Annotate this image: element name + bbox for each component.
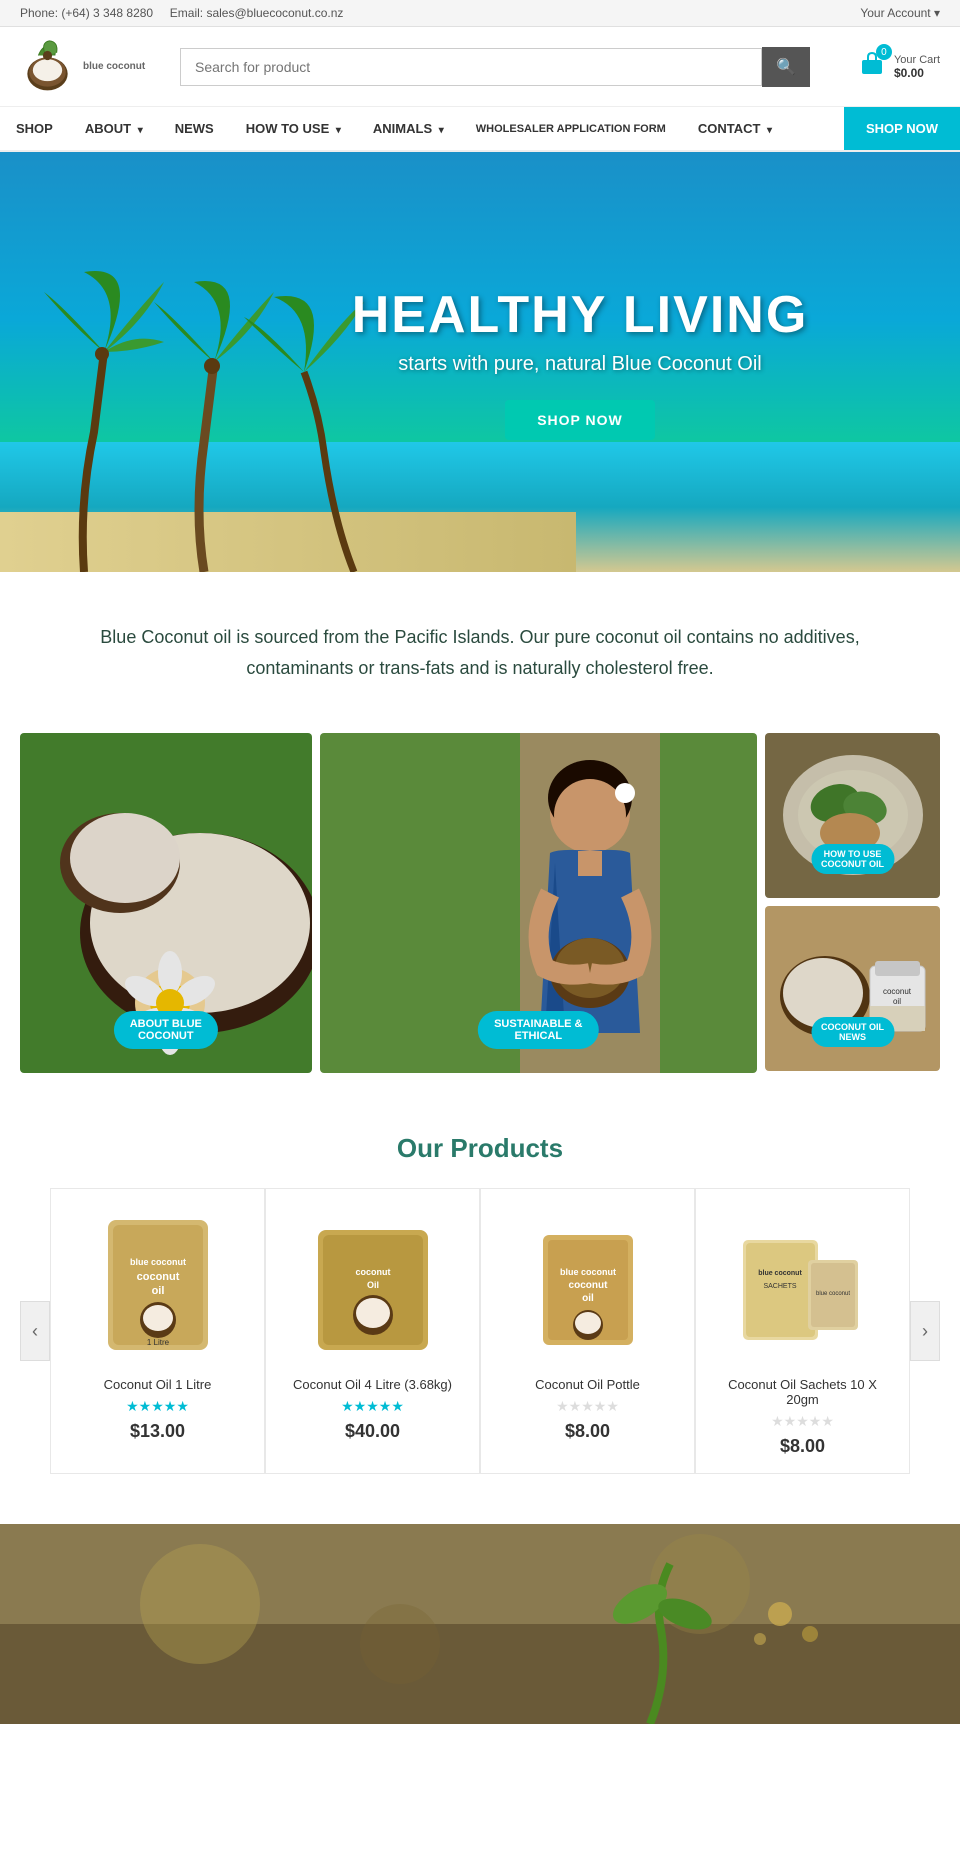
cart-badge: 0 (876, 44, 892, 60)
svg-text:oil: oil (582, 1293, 594, 1304)
how-to-use-label: HOW TO USECOCONUT OIL (811, 844, 894, 874)
product-card[interactable]: coconut Oil Coconut Oil 4 Litre (3.68kg)… (265, 1188, 480, 1474)
nav-wholesaler[interactable]: WHOLESALER APPLICATION FORM (460, 109, 682, 149)
product-stars-2: ★★★★★ (282, 1398, 463, 1415)
logo[interactable]: blue coconut (20, 39, 150, 94)
product-price-3: $8.00 (497, 1421, 678, 1442)
products-grid: blue coconut coconut oil 1 Litre Coconut… (50, 1188, 910, 1474)
cart-area[interactable]: 0 Your Cart $0.00 (840, 50, 940, 83)
product-price-2: $40.00 (282, 1421, 463, 1442)
about-text-section: Blue Coconut oil is sourced from the Pac… (0, 572, 960, 733)
hero-content: HEALTHY LIVING starts with pure, natural… (352, 285, 809, 440)
svg-text:coconut: coconut (355, 1267, 390, 1277)
products-title: Our Products (20, 1133, 940, 1164)
search-area: 🔍 (180, 47, 810, 87)
svg-text:SACHETS: SACHETS (763, 1283, 796, 1290)
news-label: COCONUT OILNEWS (811, 1017, 894, 1047)
carousel-prev[interactable]: ‹ (20, 1301, 50, 1361)
cart-icon-wrap: 0 (858, 50, 886, 83)
product-card[interactable]: blue coconut coconut oil Coconut Oil Pot… (480, 1188, 695, 1474)
product-image-4: blue coconut SACHETS blue coconut (712, 1205, 893, 1365)
news-card[interactable]: coconut oil COCONUT OILNEWS (765, 906, 940, 1071)
product-name-1: Coconut Oil 1 Litre (67, 1377, 248, 1392)
svg-text:blue coconut: blue coconut (815, 1291, 849, 1297)
sustainable-label: SUSTAINABLE &ETHICAL (478, 1011, 598, 1049)
product-image-3: blue coconut coconut oil (497, 1205, 678, 1365)
products-carousel: ‹ blue coconut coconut oil 1 Litre (20, 1188, 940, 1474)
products-section: Our Products ‹ blue coconut coconut oil … (0, 1103, 960, 1504)
nav-shop[interactable]: SHOP (0, 107, 69, 150)
header: blue coconut 🔍 0 Your Cart $0.00 (0, 27, 960, 107)
search-button[interactable]: 🔍 (762, 47, 810, 87)
top-bar: Phone: (+64) 3 348 8280 Email: sales@blu… (0, 0, 960, 27)
bottom-section (0, 1524, 960, 1724)
svg-text:blue coconut: blue coconut (758, 1270, 802, 1277)
svg-text:blue coconut: blue coconut (560, 1267, 616, 1277)
product-card[interactable]: blue coconut coconut oil 1 Litre Coconut… (50, 1188, 265, 1474)
hero-shop-button[interactable]: SHOP NOW (505, 400, 655, 440)
svg-text:coconut: coconut (568, 1280, 608, 1291)
cart-text: Your Cart $0.00 (894, 54, 940, 80)
nav-animals[interactable]: ANIMALS ▾ (357, 107, 460, 150)
search-input[interactable] (180, 48, 762, 86)
nav-shop-now[interactable]: SHOP NOW (844, 107, 960, 150)
contact-info: Phone: (+64) 3 348 8280 Email: sales@blu… (20, 6, 343, 20)
product-name-4: Coconut Oil Sachets 10 X 20gm (712, 1377, 893, 1407)
product-name-2: Coconut Oil 4 Litre (3.68kg) (282, 1377, 463, 1392)
product-price-1: $13.00 (67, 1421, 248, 1442)
phone-text: Phone: (+64) 3 348 8280 (20, 6, 153, 20)
hero-banner: HEALTHY LIVING starts with pure, natural… (0, 152, 960, 572)
nav-about[interactable]: ABOUT ▾ (69, 107, 159, 150)
nav-how-to-use[interactable]: HOW TO USE ▾ (230, 107, 357, 150)
svg-text:coconut: coconut (136, 1271, 179, 1283)
product-card[interactable]: blue coconut SACHETS blue coconut Coconu… (695, 1188, 910, 1474)
about-description: Blue Coconut oil is sourced from the Pac… (80, 622, 880, 683)
bottom-image (0, 1524, 960, 1724)
hero-title: HEALTHY LIVING (352, 285, 809, 345)
logo-icon (20, 39, 75, 94)
sustainable-card[interactable]: SUSTAINABLE &ETHICAL (320, 733, 757, 1073)
product-stars-1: ★★★★★ (67, 1398, 248, 1415)
svg-text:Oil: Oil (366, 1280, 378, 1290)
about-label: ABOUT BLUECOCONUT (114, 1011, 218, 1049)
product-stars-4: ★★★★★ (712, 1413, 893, 1430)
product-image-2: coconut Oil (282, 1205, 463, 1365)
product-name-3: Coconut Oil Pottle (497, 1377, 678, 1392)
hero-subtitle: starts with pure, natural Blue Coconut O… (352, 353, 809, 376)
product-image-1: blue coconut coconut oil 1 Litre (67, 1205, 248, 1365)
right-column: HOW TO USECOCONUT OIL coconut oil COCONU… (765, 733, 940, 1073)
logo-text: blue coconut (83, 61, 145, 73)
svg-text:oil: oil (151, 1285, 164, 1297)
image-grid: ABOUT BLUECOCONUT SUSTAINABLE (0, 733, 960, 1103)
how-to-use-card[interactable]: HOW TO USECOCONUT OIL (765, 733, 940, 898)
nav-news[interactable]: NEWS (159, 107, 230, 150)
svg-text:1 Litre: 1 Litre (146, 1338, 169, 1347)
account-link[interactable]: Your Account ▾ (860, 6, 940, 20)
carousel-next[interactable]: › (910, 1301, 940, 1361)
email-text: Email: sales@bluecoconut.co.nz (170, 6, 344, 20)
about-coconut-card[interactable]: ABOUT BLUECOCONUT (20, 733, 312, 1073)
product-price-4: $8.00 (712, 1436, 893, 1457)
navigation: SHOP ABOUT ▾ NEWS HOW TO USE ▾ ANIMALS ▾… (0, 107, 960, 152)
nav-contact[interactable]: CONTACT ▾ (682, 107, 788, 150)
svg-text:blue coconut: blue coconut (130, 1257, 186, 1267)
product-stars-3: ★★★★★ (497, 1398, 678, 1415)
